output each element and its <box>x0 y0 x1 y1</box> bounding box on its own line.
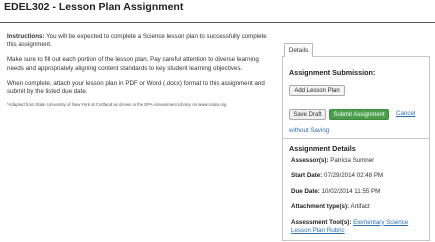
submit-assignment-button[interactable]: Submit Assignment <box>329 109 389 120</box>
cancel-link[interactable]: Cancel <box>396 110 415 117</box>
start-date-value: 07/29/2014 02:48 PM <box>322 172 384 180</box>
due-date-value: 10/02/2014 11:55 PM <box>319 187 381 195</box>
start-date-row: Start Date: 07/29/2014 02:48 PM <box>291 172 427 180</box>
attachment-type-row: Attachment type(s): Artifact <box>291 203 427 211</box>
add-lesson-plan-button[interactable]: Add Lesson Plan <box>289 85 345 96</box>
instructions-paragraph-2: Make sure to fill out each portion of th… <box>7 56 259 72</box>
attachment-type-label: Attachment type(s): <box>291 203 350 211</box>
save-draft-button[interactable]: Save Draft <box>289 109 326 120</box>
assessment-tools-row: Assessment Tool(s): Elementary Science L… <box>291 219 427 236</box>
instructions-section: Instructions: You will be expected to co… <box>7 33 275 114</box>
tab-details[interactable]: Details <box>284 43 313 57</box>
details-list: Assessor(s): Patricia Sumner Start Date:… <box>291 157 427 242</box>
assessor-value: Patricia Sumner <box>328 157 375 164</box>
instructions-paragraph-3: When complete, attach your lesson plan i… <box>7 79 265 96</box>
panel-divider <box>283 138 429 139</box>
assessor-label: Assessor(s): <box>291 157 329 164</box>
attachment-type-value: Artifact <box>349 203 370 211</box>
assignment-details-heading: Assignment Details <box>289 144 356 153</box>
page-title: EDEL302 - Lesson Plan Assignment <box>4 1 184 13</box>
due-date-row: Due Date: 10/02/2014 11:55 PM <box>291 188 427 196</box>
assessor-row: Assessor(s): Patricia Sumner <box>291 157 427 165</box>
title-divider <box>0 22 435 23</box>
due-date-label: Due Date: <box>291 187 320 195</box>
instructions-paragraph-1: Instructions: You will be expected to co… <box>7 33 275 50</box>
assessment-tools-label: Assessment Tool(s): <box>291 218 352 226</box>
submission-heading: Assignment Submission: <box>289 68 376 77</box>
start-date-label: Start Date: <box>291 172 323 180</box>
instructions-label: Instructions: <box>7 33 45 40</box>
without-saving-link[interactable]: without Saving <box>289 127 329 134</box>
instructions-text-1: You will be expected to complete a Scien… <box>7 33 267 49</box>
details-panel: Assignment Submission: Add Lesson Plan S… <box>282 56 430 241</box>
instructions-footnote: *Adapted from State University of New Yo… <box>7 101 227 107</box>
